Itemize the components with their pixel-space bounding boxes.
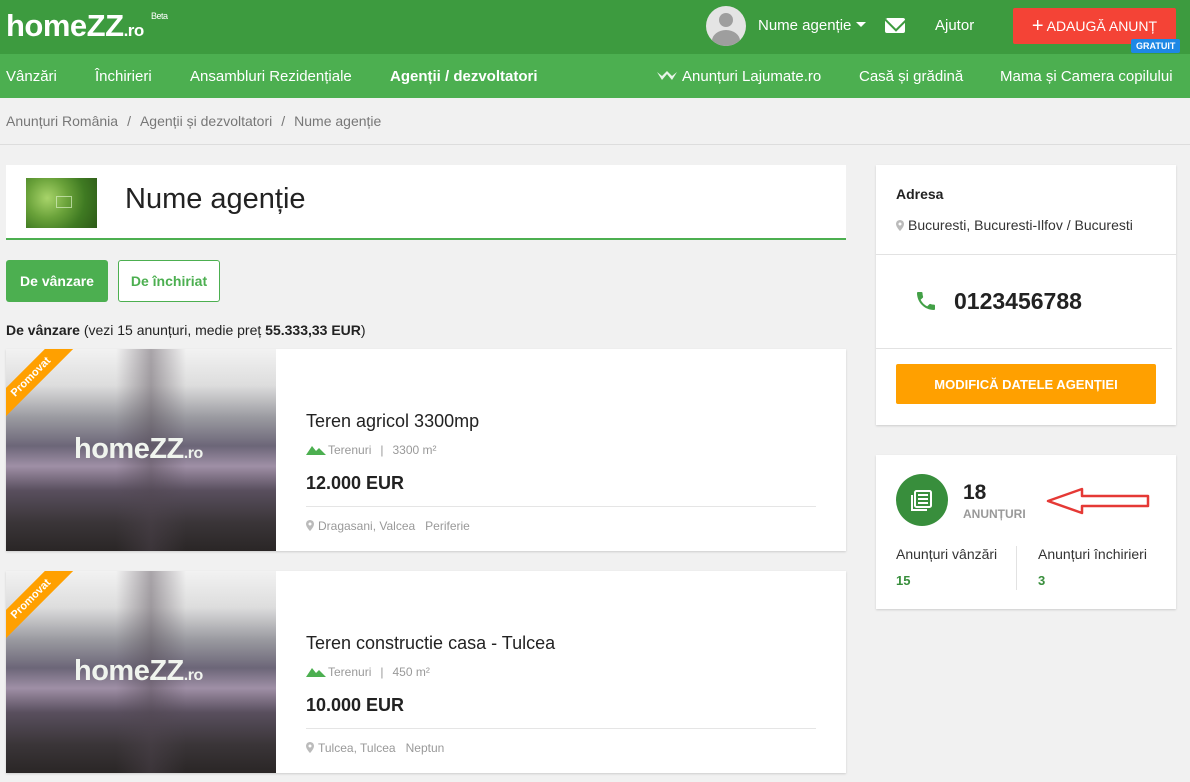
listing-image[interactable]: homeZZ.ro Promovat: [6, 571, 276, 773]
promoted-ribbon: Promovat: [6, 349, 77, 423]
listing-divider: [306, 506, 816, 507]
listing-city: Dragasani, Valcea: [318, 519, 416, 533]
nav-item-inchirieri[interactable]: Închirieri: [95, 68, 152, 85]
total-listings-count: 18: [963, 481, 987, 504]
nav-item-agentii[interactable]: Agenții / dezvoltatori: [390, 68, 538, 85]
listing-category: Terenuri: [328, 665, 372, 679]
listing-meta: Terenuri | 450 m²: [306, 665, 430, 679]
listing-zone: Periferie: [425, 519, 470, 533]
listing-area: 3300 m²: [392, 443, 437, 457]
listing-image-logo-suffix: .ro: [183, 445, 203, 462]
help-link[interactable]: Ajutor: [935, 17, 974, 34]
breadcrumb-separator: /: [281, 113, 286, 129]
breadcrumb-separator: /: [127, 113, 131, 129]
listing-image-logo: homeZZ.ro: [74, 433, 203, 466]
location-pin-icon: [306, 742, 314, 753]
nav-item-casa-gradina[interactable]: Casă și grădină: [859, 68, 963, 85]
listing-area: 450 m²: [392, 665, 430, 679]
rental-listings-label: Anunțuri închirieri: [1038, 546, 1147, 562]
address-text: Bucuresti, Bucuresti-Ilfov / Bucuresti: [908, 217, 1133, 233]
phone-icon: [917, 292, 935, 310]
user-avatar[interactable]: [706, 6, 746, 46]
nav-item-ansambluri[interactable]: Ansambluri Rezidențiale: [190, 68, 352, 85]
rental-listings-count[interactable]: 3: [1038, 573, 1045, 588]
listing-card[interactable]: homeZZ.ro Promovat Teren constructie cas…: [6, 571, 846, 773]
tab-for-sale[interactable]: De vânzare: [6, 260, 108, 302]
nav-item-lajumate[interactable]: Anunțuri Lajumate.ro: [656, 68, 821, 85]
listing-title[interactable]: Teren agricol 3300mp: [306, 411, 479, 432]
phone-number[interactable]: 0123456788: [954, 288, 1082, 315]
agency-title: Nume agenție: [125, 183, 306, 215]
listing-image-logo: homeZZ.ro: [74, 655, 203, 688]
breadcrumb-item-current: Nume agenție: [294, 113, 382, 129]
listings-summary: De vânzare (vezi 15 anunțuri, medie preț…: [6, 322, 366, 338]
site-logo[interactable]: homeZZ.ro Beta: [6, 8, 168, 44]
summary-middle: (vezi 15 anunțuri, medie preț: [79, 322, 266, 338]
listings-icon: [896, 474, 948, 526]
tab-for-rent[interactable]: De închiriat: [118, 260, 220, 302]
summary-average-price: 55.333,33 EUR: [265, 322, 361, 338]
summary-suffix: ): [360, 322, 366, 338]
top-header: homeZZ.ro Beta Nume agenție Ajutor + ADA…: [0, 0, 1190, 54]
listing-image-logo-suffix: .ro: [183, 667, 203, 684]
breadcrumb-item-agencies[interactable]: Agenții și dezvoltatori: [140, 113, 272, 129]
address-label: Adresa: [896, 186, 944, 202]
mountain-icon: [306, 446, 326, 455]
listing-price: 10.000 EUR: [306, 695, 405, 715]
red-arrow-annotation-icon: [1046, 487, 1150, 515]
listing-city: Tulcea, Tulcea: [318, 741, 396, 755]
location-pin-icon: [306, 520, 314, 531]
agency-logo: [26, 178, 97, 228]
listing-image-logo-main: homeZZ: [74, 433, 184, 465]
breadcrumb-divider: [0, 144, 1190, 145]
total-listings-label: ANUNȚURI: [963, 507, 1026, 521]
listing-location: Tulcea, Tulcea Neptun: [306, 741, 444, 755]
listing-location: Dragasani, Valcea Periferie: [306, 519, 470, 533]
main-nav: Vânzări Închirieri Ansambluri Rezidenția…: [0, 54, 1190, 98]
agency-header-card: Nume agenție: [6, 165, 846, 240]
mountain-icon: [306, 668, 326, 677]
sales-listings-count[interactable]: 15: [896, 573, 910, 588]
agency-contact-card: Adresa Bucuresti, Bucuresti-Ilfov / Bucu…: [876, 165, 1176, 425]
add-listing-label: ADAUGĂ ANUNȚ: [1046, 18, 1158, 34]
breadcrumb-item-home[interactable]: Anunțuri România: [6, 113, 118, 129]
nav-item-lajumate-label: Anunțuri Lajumate.ro: [682, 68, 822, 85]
sales-listings-label: Anunțuri vânzări: [896, 546, 998, 562]
chevron-down-icon: [856, 22, 867, 27]
plus-icon: +: [1031, 15, 1044, 37]
mail-icon[interactable]: [885, 18, 905, 33]
free-badge: GRATUIT: [1131, 39, 1181, 53]
breadcrumb: Anunțuri România / Agenții și dezvoltatori…: [6, 113, 381, 129]
location-pin-icon: [896, 220, 904, 231]
agency-menu-dropdown[interactable]: Nume agenție: [758, 17, 867, 34]
listing-image-logo-main: homeZZ: [74, 655, 184, 687]
beta-badge: Beta: [151, 11, 168, 21]
listing-price: 12.000 EUR: [306, 473, 405, 493]
nav-item-mama-copil[interactable]: Mama și Camera copilului: [1000, 68, 1173, 85]
listing-category: Terenuri: [328, 443, 372, 457]
promoted-ribbon: Promovat: [6, 571, 77, 645]
listing-image[interactable]: homeZZ.ro Promovat: [6, 349, 276, 551]
logo-suffix: .ro: [123, 21, 145, 40]
edit-agency-button[interactable]: MODIFICĂ DATELE AGENȚIEI: [896, 364, 1156, 404]
listing-divider: [306, 728, 816, 729]
listings-stats-card: 18 ANUNȚURI Anunțuri vânzări 15 Anunțuri…: [876, 455, 1176, 609]
summary-prefix: De vânzare: [6, 322, 80, 338]
listing-card[interactable]: homeZZ.ro Promovat Teren agricol 3300mp …: [6, 349, 846, 551]
lajumate-icon: [657, 71, 677, 80]
logo-main: homeZZ: [6, 8, 124, 43]
listing-meta: Terenuri | 3300 m²: [306, 443, 437, 457]
nav-item-vanzari[interactable]: Vânzări: [6, 68, 57, 85]
listing-zone: Neptun: [405, 741, 445, 755]
listing-title[interactable]: Teren constructie casa - Tulcea: [306, 633, 555, 654]
address-value: Bucuresti, Bucuresti-Ilfov / Bucuresti: [896, 217, 1133, 233]
agency-menu-label: Nume agenție: [758, 17, 852, 34]
